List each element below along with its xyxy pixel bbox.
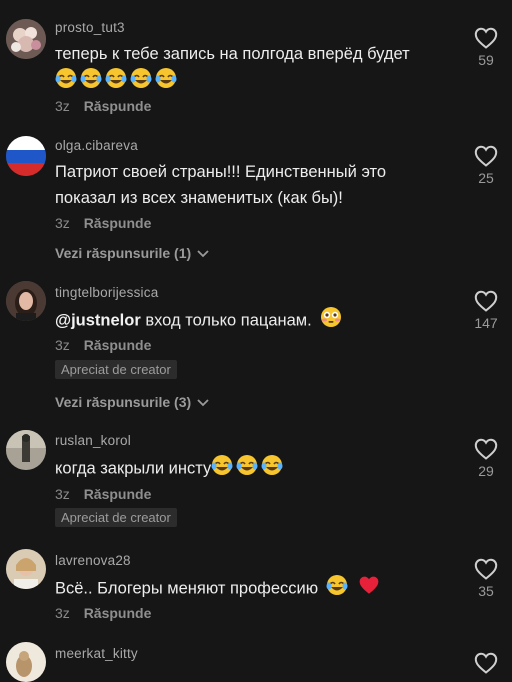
like-count: 29 (478, 463, 494, 479)
view-replies-button[interactable]: Vezi răspunsurile (3) (55, 394, 209, 410)
comment-age: 3z (55, 486, 70, 502)
avatar[interactable] (6, 19, 46, 59)
comment-text-body: теперь к тебе запись на полгода вперёд б… (55, 45, 410, 63)
comment-text: когда закрыли инсту (55, 454, 465, 484)
like-count: 25 (478, 170, 494, 186)
like-count: 35 (478, 583, 494, 599)
chevron-down-icon (197, 250, 209, 258)
comment-text: Всё.. Блогеры меняют профессию (55, 574, 465, 604)
like-count: 59 (478, 52, 494, 68)
comment-text-body: вход только пацанам. (140, 311, 312, 330)
comment-age: 3z (55, 215, 70, 231)
heart-outline-icon (474, 145, 498, 167)
comment-text-body: когда закрыли инсту (55, 459, 212, 478)
avatar[interactable] (6, 430, 46, 470)
view-replies-button[interactable]: Vezi răspunsurile (1) (55, 245, 209, 261)
like-button[interactable]: 29 (466, 438, 506, 479)
like-button[interactable]: 59 (466, 27, 506, 68)
red-heart-emoji (358, 574, 380, 604)
laugh-cry-emoji (55, 67, 77, 97)
username[interactable]: meerkat_kitty (55, 646, 138, 661)
emoji-row (55, 67, 465, 97)
avatar[interactable] (6, 281, 46, 321)
username[interactable]: olga.cibareva (55, 138, 138, 153)
username[interactable]: tingtelborijessica (55, 285, 158, 300)
comment-meta: 3z Răspunde (55, 215, 151, 231)
comment-meta: 3z Răspunde (55, 98, 151, 114)
reply-button[interactable]: Răspunde (84, 215, 152, 231)
reply-button[interactable]: Răspunde (84, 605, 152, 621)
comment-age: 3z (55, 605, 70, 621)
flushed-emoji (320, 306, 342, 336)
laugh-cry-emoji (130, 67, 152, 97)
avatar[interactable] (6, 642, 46, 682)
laugh-cry-emoji (236, 454, 258, 484)
like-button[interactable] (466, 652, 506, 674)
mention-link[interactable]: @justnelor (55, 311, 141, 329)
like-count: 147 (474, 315, 498, 331)
like-button[interactable]: 35 (466, 558, 506, 599)
comment-meta: 3z Răspunde (55, 605, 151, 621)
comment-text: теперь к тебе запись на полгода вперёд б… (55, 41, 465, 97)
username[interactable]: lavrenova28 (55, 553, 131, 568)
like-button[interactable]: 25 (466, 145, 506, 186)
reply-button[interactable]: Răspunde (84, 337, 152, 353)
comment-text: @justnelor вход только пацанам. (55, 306, 465, 336)
view-replies-label: Vezi răspunsurile (3) (55, 394, 192, 410)
laugh-cry-emoji (326, 574, 348, 604)
comment-meta: 3z Răspunde (55, 486, 151, 502)
laugh-cry-emoji (155, 67, 177, 97)
username[interactable]: ruslan_korol (55, 433, 131, 448)
laugh-cry-emoji (211, 454, 233, 484)
heart-outline-icon (474, 290, 498, 312)
username[interactable]: prosto_tut3 (55, 20, 125, 35)
comment-text: Патриот своей страны!!! Единственный это… (55, 163, 387, 207)
creator-liked-badge: Apreciat de creator (55, 360, 177, 379)
laugh-cry-emoji (80, 67, 102, 97)
comment-age: 3z (55, 337, 70, 353)
comment-meta: 3z Răspunde (55, 337, 151, 353)
laugh-cry-emoji (105, 67, 127, 97)
reply-button[interactable]: Răspunde (84, 486, 152, 502)
heart-outline-icon (474, 438, 498, 460)
laugh-cry-emoji (261, 454, 283, 484)
comment-text-body: Всё.. Блогеры меняют профессию (55, 579, 319, 598)
creator-liked-badge: Apreciat de creator (55, 508, 177, 527)
avatar[interactable] (6, 136, 46, 176)
reply-button[interactable]: Răspunde (84, 98, 152, 114)
view-replies-label: Vezi răspunsurile (1) (55, 245, 192, 261)
heart-outline-icon (474, 27, 498, 49)
chevron-down-icon (197, 399, 209, 407)
heart-outline-icon (474, 558, 498, 580)
like-button[interactable]: 147 (466, 290, 506, 331)
avatar[interactable] (6, 549, 46, 589)
heart-outline-icon (474, 652, 498, 674)
comment-age: 3z (55, 98, 70, 114)
